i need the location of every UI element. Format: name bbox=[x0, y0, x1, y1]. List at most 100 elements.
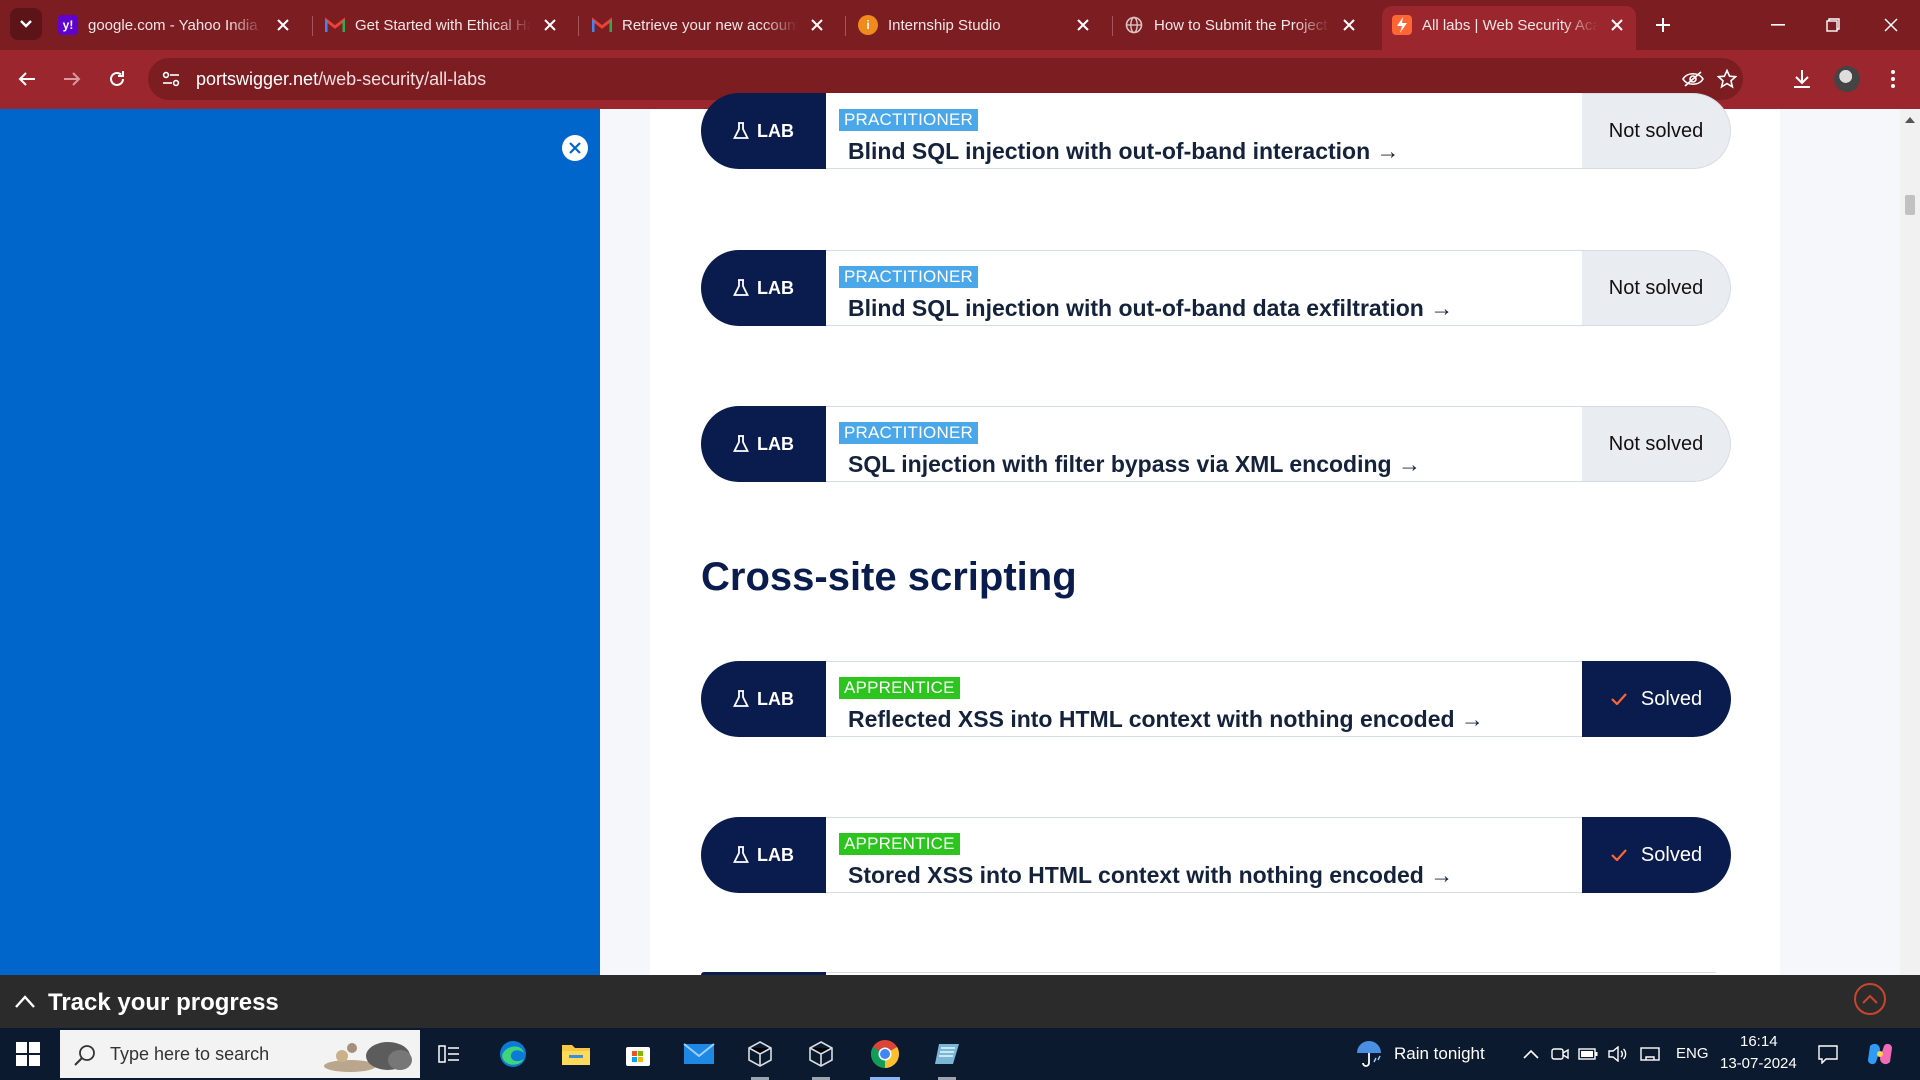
scroll-up-icon[interactable] bbox=[1905, 115, 1915, 125]
gmail-icon bbox=[592, 15, 612, 35]
section-heading: Cross-site scripting bbox=[701, 555, 1077, 599]
lab-title-link[interactable]: Blind SQL injection with out-of-band dat… bbox=[848, 295, 1453, 322]
chevron-down-icon bbox=[20, 20, 32, 28]
level-tag: PRACTITIONER bbox=[839, 422, 978, 444]
site-settings-icon[interactable] bbox=[160, 68, 182, 90]
tab-retrieve-account[interactable]: Retrieve your new account bbox=[592, 7, 826, 43]
tab-yahoo[interactable]: y! google.com - Yahoo India bbox=[58, 7, 292, 43]
downloads-button[interactable] bbox=[1787, 64, 1817, 94]
tab-title: All labs | Web Security Academy bbox=[1422, 16, 1598, 34]
language-indicator[interactable]: ENG bbox=[1676, 1045, 1709, 1062]
flask-icon bbox=[733, 435, 749, 452]
track-progress-bar[interactable]: Track your progress bbox=[0, 975, 1920, 1028]
taskbar-search[interactable]: Type here to search bbox=[60, 1030, 420, 1078]
copilot-icon[interactable] bbox=[1866, 1042, 1894, 1066]
profile-avatar[interactable] bbox=[1834, 66, 1860, 92]
new-tab-button[interactable] bbox=[1650, 12, 1676, 38]
lab-body[interactable]: PRACTITIONER Blind SQL injection with ou… bbox=[826, 250, 1582, 326]
tab-all-labs[interactable]: All labs | Web Security Academy bbox=[1382, 6, 1636, 50]
arrow-left-icon bbox=[18, 72, 35, 86]
search-placeholder: Type here to search bbox=[110, 1044, 270, 1064]
checkmark-icon bbox=[1611, 849, 1627, 861]
network-icon[interactable] bbox=[1640, 1044, 1660, 1064]
bookmark-star-icon[interactable] bbox=[1715, 67, 1739, 91]
page-scrollbar[interactable] bbox=[1900, 109, 1920, 1023]
virtualbox-icon[interactable] bbox=[739, 1034, 781, 1080]
lab-title-link[interactable]: SQL injection with filter bypass via XML… bbox=[848, 451, 1421, 478]
checkmark-icon bbox=[1611, 693, 1627, 705]
side-panel bbox=[0, 109, 600, 975]
lab-body[interactable]: APPRENTICE Reflected XSS into HTML conte… bbox=[826, 661, 1582, 737]
lab-row[interactable]: LAB PRACTITIONER SQL injection with filt… bbox=[701, 406, 1731, 482]
lab-badge-label: LAB bbox=[757, 688, 794, 709]
volume-icon[interactable] bbox=[1608, 1044, 1628, 1064]
close-tab-icon[interactable] bbox=[274, 19, 292, 31]
weather-text[interactable]: Rain tonight bbox=[1394, 1044, 1485, 1064]
close-tab-icon[interactable] bbox=[1608, 19, 1626, 31]
tab-internship-studio[interactable]: i Internship Studio bbox=[858, 7, 1092, 43]
task-view-icon[interactable] bbox=[428, 1034, 470, 1074]
microsoft-store-icon[interactable] bbox=[617, 1034, 659, 1074]
tracking-protection-icon[interactable] bbox=[1681, 67, 1705, 91]
windows-taskbar: Type here to search Rain tonight ENG 16:… bbox=[0, 1028, 1920, 1080]
gmail-icon bbox=[325, 15, 345, 35]
back-to-top-button[interactable] bbox=[1854, 983, 1886, 1015]
notepad-icon[interactable] bbox=[926, 1034, 968, 1080]
battery-icon[interactable] bbox=[1578, 1044, 1598, 1064]
url-text[interactable]: portswigger.net/web-security/all-labs bbox=[196, 69, 486, 90]
lab-row[interactable]: LAB PRACTITIONER Blind SQL injection wit… bbox=[701, 250, 1731, 326]
level-tag: APPRENTICE bbox=[839, 833, 960, 855]
chrome-menu-button[interactable] bbox=[1878, 64, 1908, 94]
close-tab-icon[interactable] bbox=[541, 19, 559, 31]
lab-title-link[interactable]: Blind SQL injection with out-of-band int… bbox=[848, 138, 1400, 165]
notifications-icon[interactable] bbox=[1818, 1044, 1838, 1064]
reload-icon bbox=[110, 71, 124, 86]
url-domain: portswigger.net bbox=[196, 69, 319, 89]
tab-title: Internship Studio bbox=[888, 16, 1001, 34]
level-tag: APPRENTICE bbox=[839, 677, 960, 699]
restore-button[interactable] bbox=[1820, 12, 1846, 38]
status-badge: Not solved bbox=[1582, 93, 1731, 169]
tab-submit-project[interactable]: How to Submit the Project bbox=[1124, 7, 1358, 43]
file-explorer-icon[interactable] bbox=[555, 1034, 597, 1074]
tab-search-button[interactable] bbox=[10, 8, 42, 40]
flask-icon bbox=[733, 846, 749, 863]
lab-body[interactable]: PRACTITIONER Blind SQL injection with ou… bbox=[826, 93, 1582, 169]
close-panel-button[interactable] bbox=[562, 135, 588, 161]
lab-row[interactable]: LAB APPRENTICE Reflected XSS into HTML c… bbox=[701, 661, 1731, 737]
flask-icon bbox=[733, 690, 749, 707]
meet-now-icon[interactable] bbox=[1550, 1044, 1570, 1064]
virtualbox-icon[interactable] bbox=[800, 1034, 842, 1080]
windows-start-button[interactable] bbox=[16, 1042, 40, 1066]
close-window-button[interactable] bbox=[1878, 12, 1904, 38]
close-tab-icon[interactable] bbox=[808, 19, 826, 31]
mail-icon[interactable] bbox=[678, 1034, 720, 1074]
lab-row[interactable]: LAB APPRENTICE Stored XSS into HTML cont… bbox=[701, 817, 1731, 893]
search-highlight-art bbox=[324, 1042, 412, 1072]
lab-title-link[interactable]: Stored XSS into HTML context with nothin… bbox=[848, 862, 1453, 889]
close-tab-icon[interactable] bbox=[1340, 19, 1358, 31]
chevron-up-icon[interactable] bbox=[1521, 1044, 1541, 1064]
lab-row[interactable]: LAB PRACTITIONER Blind SQL injection wit… bbox=[701, 93, 1731, 169]
forward-button[interactable] bbox=[57, 64, 87, 94]
lab-body[interactable]: PRACTITIONER SQL injection with filter b… bbox=[826, 406, 1582, 482]
tab-title: google.com - Yahoo India bbox=[88, 16, 258, 34]
chevron-up-icon[interactable] bbox=[14, 992, 36, 1010]
clock-time[interactable]: 16:14 bbox=[1740, 1033, 1778, 1050]
portswigger-icon bbox=[1392, 15, 1412, 35]
lab-badge-label: LAB bbox=[757, 277, 794, 298]
lab-badge: LAB bbox=[701, 93, 826, 169]
scroll-thumb[interactable] bbox=[1905, 195, 1915, 215]
minimize-button[interactable] bbox=[1765, 12, 1791, 38]
chrome-icon[interactable] bbox=[864, 1034, 906, 1080]
back-button[interactable] bbox=[12, 64, 42, 94]
lab-title-link[interactable]: Reflected XSS into HTML context with not… bbox=[848, 706, 1484, 733]
tab-ethical-hacking[interactable]: Get Started with Ethical Hacking bbox=[325, 7, 559, 43]
clock-date[interactable]: 13-07-2024 bbox=[1720, 1055, 1797, 1072]
reload-button[interactable] bbox=[102, 64, 132, 94]
tab-title: Get Started with Ethical Hacking bbox=[355, 16, 531, 34]
close-tab-icon[interactable] bbox=[1074, 19, 1092, 31]
edge-icon[interactable] bbox=[492, 1034, 534, 1074]
lab-body[interactable]: APPRENTICE Stored XSS into HTML context … bbox=[826, 817, 1582, 893]
weather-icon[interactable] bbox=[1355, 1040, 1385, 1068]
